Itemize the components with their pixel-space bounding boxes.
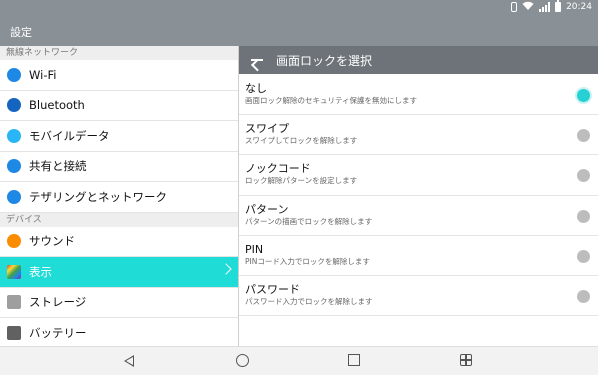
- lock-option[interactable]: PIN PINコード入力でロックを解除します: [239, 236, 598, 276]
- sidebar-item-label: 共有と接続: [29, 159, 87, 174]
- nav-multi-window-icon[interactable]: [460, 354, 472, 366]
- lock-option-subtitle: PINコード入力でロックを解除します: [245, 256, 370, 266]
- sidebar-item-label: 表示: [29, 264, 52, 279]
- lock-option[interactable]: パスワード パスワード入力でロックを解除します: [239, 276, 598, 317]
- radio-button[interactable]: [577, 89, 590, 102]
- nav-recent-apps-icon[interactable]: [348, 354, 360, 366]
- sidebar-item[interactable]: Wi-Fi: [0, 60, 238, 91]
- sidebar-item-label: ストレージ: [29, 295, 87, 310]
- sidebar-item-label: サウンド: [29, 234, 75, 249]
- sidebar-item[interactable]: サウンド: [0, 227, 238, 257]
- sidebar-item[interactable]: モバイルデータ: [0, 121, 238, 152]
- sidebar-item[interactable]: 共有と接続: [0, 152, 238, 182]
- lock-option-subtitle: スワイプしてロックを解除します: [245, 136, 358, 146]
- lock-option-title: パスワード: [245, 282, 300, 296]
- radio-button[interactable]: [577, 289, 590, 303]
- lock-option-title: パターン: [245, 202, 289, 216]
- lock-option[interactable]: なし 画面ロック解除のセキュリティ保護を無効にします: [239, 75, 598, 116]
- lock-option-title: スワイプ: [245, 122, 289, 136]
- sidebar-section-header: 無線ネットワーク: [0, 46, 238, 60]
- storage-icon: [7, 295, 21, 310]
- lock-option[interactable]: ノックコード ロック解除パターンを設定します: [239, 155, 598, 196]
- lock-option-title: なし: [245, 82, 267, 95]
- sidebar-item[interactable]: ストレージ: [0, 288, 238, 318]
- chevron-right-icon: [220, 263, 232, 275]
- sidebar-item[interactable]: 表示: [0, 257, 238, 288]
- lock-option-title: ノックコード: [245, 162, 311, 176]
- tethering-icon: [7, 189, 21, 204]
- sidebar-section-header: デバイス: [0, 212, 238, 227]
- nav-home-icon[interactable]: [236, 354, 249, 367]
- detail-title: 画面ロックを選択: [276, 53, 373, 68]
- sidebar-item-label: Wi-Fi: [29, 67, 57, 82]
- status-bar: 20:24: [511, 0, 592, 14]
- signal-icon: [539, 2, 551, 12]
- sidebar-item-label: テザリングとネットワーク: [29, 189, 167, 204]
- nav-back-icon[interactable]: [124, 355, 134, 367]
- lock-option-subtitle: ロック解除パターンを設定します: [245, 176, 358, 186]
- lock-option-title: PIN: [245, 242, 264, 256]
- settings-sidebar: 無線ネットワーク Wi-Fi Bluetooth モバイルデータ 共有と接続テザリングと…: [0, 46, 238, 346]
- lock-option-list: なし 画面ロック解除のセキュリティ保護を無効にします スワイプ スワイプしてロックを解…: [239, 75, 598, 317]
- wifi-status-icon: [522, 1, 534, 14]
- bluetooth-icon: [7, 98, 21, 113]
- sidebar-item[interactable]: Bluetooth: [0, 91, 238, 121]
- lock-option-subtitle: 画面ロック解除のセキュリティ保護を無効にします: [245, 96, 418, 105]
- sidebar-item-label: バッテリー: [29, 325, 87, 340]
- app-title: 設定: [10, 26, 32, 39]
- sidebar-item[interactable]: バッテリー: [0, 318, 238, 346]
- sidebar-item-label: モバイルデータ: [29, 128, 110, 143]
- navigation-bar: [0, 346, 598, 375]
- lock-option-subtitle: パターンの描画でロックを解除します: [245, 216, 373, 226]
- status-time: 20:24: [566, 2, 592, 12]
- mobile-data-icon: [7, 128, 21, 143]
- display-icon: [7, 264, 21, 279]
- battery-icon: [7, 325, 21, 340]
- battery-status-icon: [555, 0, 562, 12]
- detail-header: 画面ロックを選択: [239, 46, 598, 74]
- sound-icon: [7, 234, 21, 249]
- sidebar-item-label: Bluetooth: [29, 98, 85, 113]
- radio-button[interactable]: [577, 249, 590, 263]
- lock-option-subtitle: パスワード入力でロックを解除します: [245, 296, 373, 306]
- wifi-icon: [7, 67, 21, 82]
- radio-button[interactable]: [577, 209, 590, 223]
- lock-option[interactable]: パターン パターンの描画でロックを解除します: [239, 196, 598, 236]
- sidebar-item[interactable]: テザリングとネットワーク: [0, 182, 238, 213]
- top-bar: 20:24 設定: [0, 0, 598, 46]
- share-icon: [7, 159, 21, 174]
- nfc-icon: [511, 2, 518, 12]
- lock-option[interactable]: スワイプ スワイプしてロックを解除します: [239, 115, 598, 156]
- back-arrow-icon[interactable]: [249, 53, 265, 67]
